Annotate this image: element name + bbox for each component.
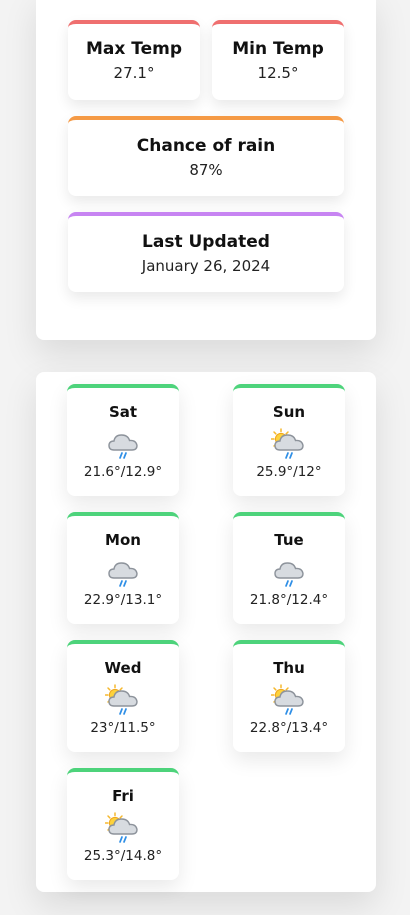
forecast-day-name: Wed [104, 659, 142, 677]
cloud-rain-icon [274, 562, 304, 587]
forecast-temp-range: 21.8°/12.4° [249, 592, 329, 608]
forecast-temp-range: 22.8°/13.4° [249, 720, 329, 736]
min-temp-value: 12.5° [257, 64, 299, 82]
max-temp-label: Max Temp [85, 39, 183, 59]
rain-chance-value: 87% [189, 161, 223, 179]
cloud-rain-icon [108, 434, 138, 459]
forecast-temp-range: 25.3°/14.8° [83, 848, 163, 864]
forecast-day-name: Sun [272, 403, 306, 421]
forecast-day-card-mon: Mon 22.9°/13.1° [67, 512, 179, 624]
forecast-day-card-fri: Fri 25.3°/14.8° [67, 768, 179, 880]
forecast-day-name: Tue [274, 531, 304, 549]
forecast-day-name: Sat [108, 403, 138, 421]
last-updated-label: Last Updated [142, 232, 270, 252]
rain-chance-label: Chance of rain [136, 136, 276, 156]
forecast-day-card-tue: Tue 21.8°/12.4° [233, 512, 345, 624]
forecast-day-name: Mon [105, 531, 141, 549]
forecast-day-card-thu: Thu 22.8°/13.4° [233, 640, 345, 752]
cloud-rain-icon [108, 562, 138, 587]
forecast-temp-range: 21.6°/12.9° [83, 464, 163, 480]
max-temp-card: Max Temp 27.1° [68, 20, 200, 100]
sun-cloud-rain-icon [271, 684, 304, 715]
forecast-day-name: Thu [273, 659, 305, 677]
forecast-day-card-wed: Wed 23°/11.5° [67, 640, 179, 752]
forecast-temp-range: 25.9°/12° [256, 464, 322, 480]
min-temp-label: Min Temp [232, 39, 324, 59]
forecast-temp-range: 23°/11.5° [90, 720, 156, 736]
min-temp-card: Min Temp 12.5° [212, 20, 344, 100]
max-temp-value: 27.1° [113, 64, 155, 82]
rain-chance-card: Chance of rain 87% [68, 116, 344, 196]
forecast-day-name: Fri [112, 787, 134, 805]
sun-cloud-rain-icon [271, 428, 304, 459]
forecast-day-card-sun: Sun 25.9°/12° [233, 384, 345, 496]
last-updated-card: Last Updated January 26, 2024 [68, 212, 344, 292]
last-updated-value: January 26, 2024 [141, 257, 271, 275]
forecast-temp-range: 22.9°/13.1° [83, 592, 163, 608]
sun-cloud-rain-icon [105, 812, 138, 843]
sun-cloud-rain-icon [105, 684, 138, 715]
forecast-day-card-sat: Sat 21.6°/12.9° [67, 384, 179, 496]
